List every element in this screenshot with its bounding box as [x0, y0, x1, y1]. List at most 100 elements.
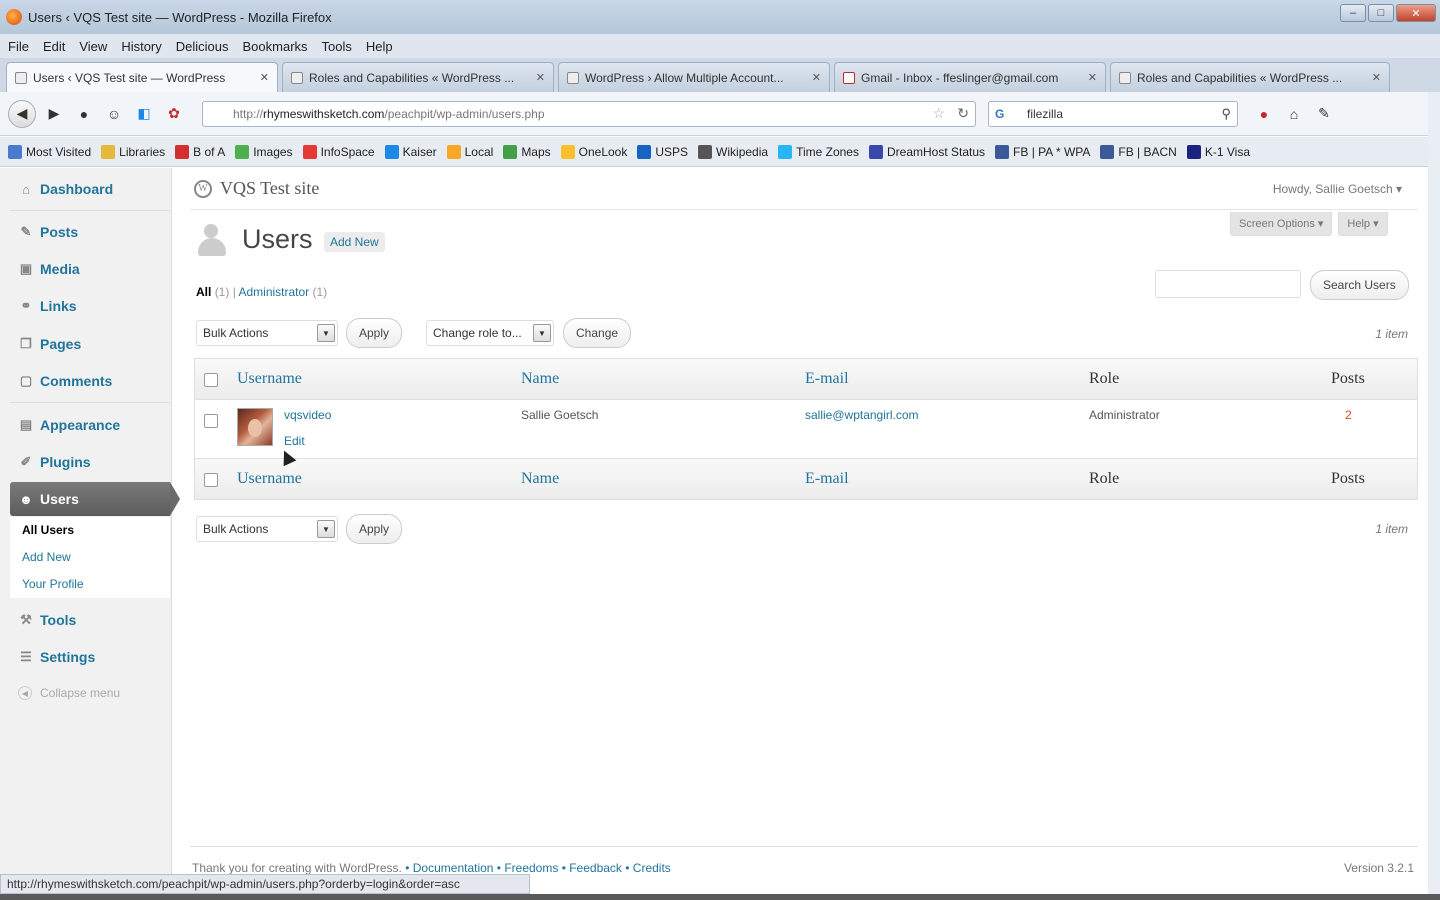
stumble-addon-icon[interactable]: ● — [1252, 102, 1276, 126]
sidebar-item-users[interactable]: ☻ Users — [10, 482, 180, 516]
bookmark-bofa[interactable]: B of A — [175, 144, 225, 159]
screen-options-button[interactable]: Screen Options ▾ — [1230, 212, 1333, 236]
apply-button-bottom[interactable]: Apply — [346, 514, 403, 544]
help-button[interactable]: Help ▾ — [1338, 212, 1388, 236]
menu-file[interactable]: File — [8, 39, 29, 54]
row-checkbox[interactable] — [204, 414, 218, 428]
filter-all[interactable]: All — [196, 285, 211, 299]
bookmark-local[interactable]: Local — [446, 144, 493, 159]
column-email[interactable]: E-mail — [805, 470, 849, 488]
back-icon[interactable]: ◀ — [8, 99, 36, 128]
sidebar-item-comments[interactable]: ▢ Comments — [10, 364, 170, 398]
column-email[interactable]: E-mail — [805, 370, 849, 388]
tab-allow-multiple[interactable]: WordPress › Allow Multiple Account... ✕ — [558, 62, 830, 92]
sidebar-item-tools[interactable]: ⚒ Tools — [10, 603, 170, 637]
row-posts-count[interactable]: 2 — [1345, 408, 1352, 422]
url-bar[interactable]: http://rhymeswithsketch.com/peachpit/wp-… — [202, 100, 976, 127]
bulk-actions-select-bottom[interactable]: Bulk Actions ▼ — [196, 516, 338, 542]
submenu-all-users[interactable]: All Users — [10, 517, 170, 544]
bookmark-time-zones[interactable]: Time Zones — [778, 144, 859, 159]
close-tab-icon[interactable]: ✕ — [260, 71, 269, 84]
close-tab-icon[interactable]: ✕ — [1088, 71, 1097, 84]
close-tab-icon[interactable]: ✕ — [536, 71, 545, 84]
stop-icon[interactable]: ● — [72, 102, 96, 126]
bookmark-kaiser[interactable]: Kaiser — [384, 144, 437, 159]
forward-icon[interactable]: ▶ — [42, 102, 66, 126]
search-users-button[interactable]: Search Users — [1310, 270, 1409, 300]
menu-history[interactable]: History — [121, 39, 161, 54]
site-title[interactable]: W VQS Test site — [194, 178, 319, 199]
tools-addon-icon[interactable]: ✎ — [1312, 102, 1336, 126]
sidebar-item-label: Users — [40, 491, 79, 507]
row-username[interactable]: vqsvideo — [284, 408, 331, 422]
row-email[interactable]: sallie@wptangirl.com — [805, 408, 919, 422]
bookmark-dreamhost[interactable]: DreamHost Status — [868, 144, 985, 159]
sidebar-item-posts[interactable]: ✎ Posts — [10, 215, 170, 249]
collapse-menu-button[interactable]: ◀ Collapse menu — [18, 686, 120, 700]
sidebar-item-links[interactable]: ⚭ Links — [10, 289, 170, 323]
bookmark-usps[interactable]: USPS — [637, 144, 688, 159]
bookmark-images[interactable]: Images — [235, 144, 293, 159]
footer-links[interactable]: • Documentation • Freedoms • Feedback • … — [405, 861, 671, 875]
apply-button-top[interactable]: Apply — [346, 318, 403, 348]
howdy-user-menu[interactable]: Howdy, Sallie Goetsch ▾ — [1273, 182, 1402, 196]
filter-admin-count: (1) — [312, 285, 328, 299]
bookmark-libraries[interactable]: Libraries — [101, 144, 165, 159]
close-tab-icon[interactable]: ✕ — [812, 71, 821, 84]
menu-view[interactable]: View — [79, 39, 107, 54]
sidebar-item-dashboard[interactable]: ⌂ Dashboard — [10, 172, 170, 206]
maximize-button[interactable]: □ — [1368, 4, 1394, 22]
bookmark-maps[interactable]: Maps — [503, 144, 551, 159]
bookmark-star-icon[interactable]: ☆ — [932, 105, 945, 122]
column-name[interactable]: Name — [521, 470, 559, 488]
delicious-addon-icon[interactable]: ◧ — [132, 102, 156, 126]
sidebar-item-media[interactable]: ▣ Media — [10, 252, 170, 286]
add-new-user-button[interactable]: Add New — [324, 232, 385, 252]
bookmark-most-visited[interactable]: Most Visited — [8, 144, 91, 159]
change-role-select[interactable]: Change role to... ▼ — [426, 320, 554, 346]
column-username[interactable]: Username — [237, 470, 302, 488]
sidebar-item-appearance[interactable]: ▤ Appearance — [10, 408, 170, 442]
menu-tools[interactable]: Tools — [322, 39, 352, 54]
sidebar-item-pages[interactable]: ❐ Pages — [10, 327, 170, 361]
close-tab-icon[interactable]: ✕ — [1372, 71, 1381, 84]
bookmark-wikipedia[interactable]: Wikipedia — [698, 144, 768, 159]
close-window-button[interactable]: ✕ — [1396, 4, 1436, 22]
google-icon[interactable]: G — [995, 107, 1004, 121]
search-engine-bar[interactable]: G filezilla ⚲ — [988, 100, 1238, 127]
submenu-your-profile[interactable]: Your Profile — [10, 571, 170, 598]
menu-delicious[interactable]: Delicious — [176, 39, 229, 54]
tab-users[interactable]: Users ‹ VQS Test site — WordPress ✕ — [6, 62, 278, 92]
user-addon-icon[interactable]: ☺ — [102, 102, 126, 126]
gear-addon-icon[interactable]: ✿ — [162, 102, 186, 126]
row-edit-link[interactable]: Edit — [284, 434, 305, 448]
sidebar-item-plugins[interactable]: ✐ Plugins — [10, 445, 170, 479]
select-all-checkbox[interactable] — [204, 373, 218, 387]
column-username[interactable]: Username — [237, 370, 302, 388]
column-name[interactable]: Name — [521, 370, 559, 388]
menu-bookmarks[interactable]: Bookmarks — [243, 39, 308, 54]
bookmark-fb-bacn[interactable]: FB | BACN — [1100, 144, 1177, 159]
collapse-arrow-icon: ◀ — [18, 686, 32, 700]
bulk-actions-select-top[interactable]: Bulk Actions ▼ — [196, 320, 338, 346]
submenu-add-new[interactable]: Add New — [10, 544, 170, 571]
sidebar-item-settings[interactable]: ☰ Settings — [10, 640, 170, 674]
tab-roles-capabilities-2[interactable]: Roles and Capabilities « WordPress ... ✕ — [1110, 62, 1390, 92]
select-all-checkbox-bottom[interactable] — [204, 473, 218, 487]
search-icon[interactable]: ⚲ — [1221, 106, 1231, 122]
bookmark-onelook[interactable]: OneLook — [560, 144, 627, 159]
home-icon[interactable]: ⌂ — [1282, 102, 1306, 126]
reload-icon[interactable]: ↻ — [957, 105, 969, 122]
filter-administrator[interactable]: Administrator — [238, 285, 309, 299]
tab-roles-capabilities[interactable]: Roles and Capabilities « WordPress ... ✕ — [282, 62, 554, 92]
wordpress-favicon-icon — [567, 71, 579, 84]
minimize-button[interactable]: – — [1340, 4, 1366, 22]
tab-gmail[interactable]: Gmail - Inbox - ffeslinger@gmail.com ✕ — [834, 62, 1106, 92]
menu-edit[interactable]: Edit — [43, 39, 65, 54]
search-users-input[interactable] — [1155, 270, 1301, 298]
change-role-button[interactable]: Change — [563, 318, 632, 348]
menu-help[interactable]: Help — [366, 39, 393, 54]
bookmark-k1-visa[interactable]: K-1 Visa — [1186, 144, 1250, 159]
bookmark-infospace[interactable]: InfoSpace — [302, 144, 375, 159]
bookmark-fb-pa[interactable]: FB | PA * WPA — [995, 144, 1090, 159]
